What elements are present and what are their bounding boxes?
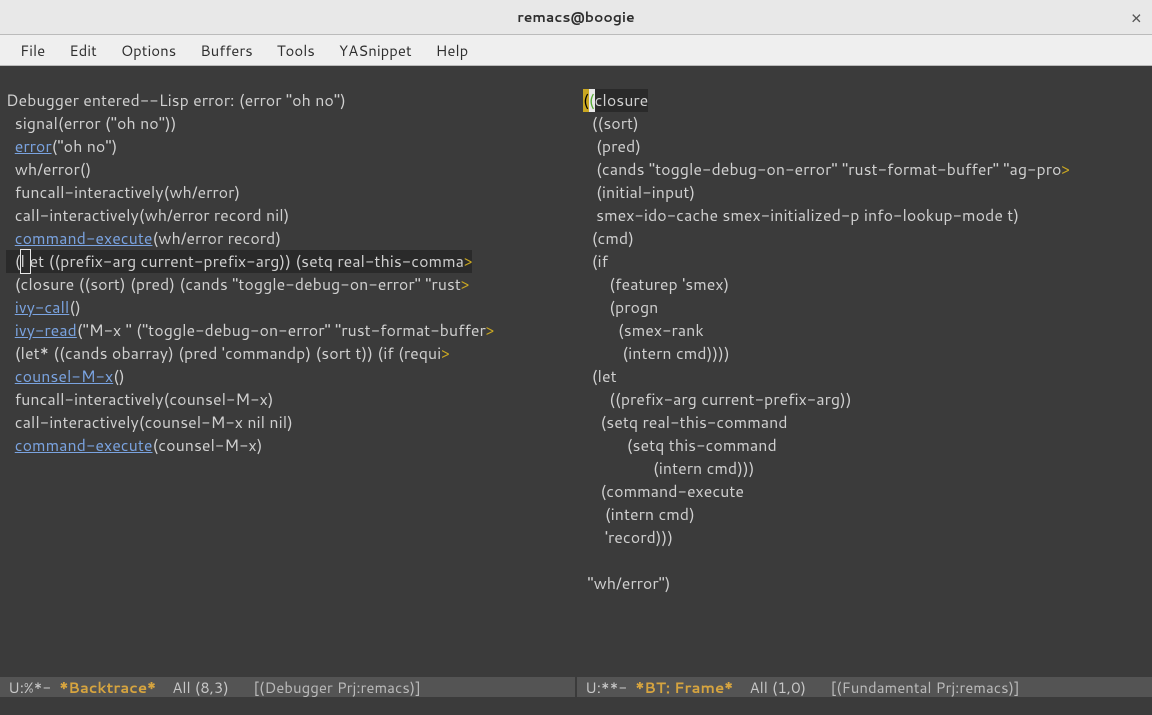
bt-line: error("oh no"): [6, 135, 117, 158]
menu-file[interactable]: File: [8, 36, 57, 65]
bt-line: command-execute(counsel-M-x): [6, 434, 263, 457]
fr-line: ((sort): [583, 112, 639, 135]
ivy-call-link[interactable]: ivy-call: [15, 296, 70, 319]
ml-pos: (1,0): [772, 677, 806, 698]
fr-line: (setq real-this-command: [583, 411, 788, 434]
close-icon[interactable]: ×: [1131, 4, 1142, 30]
modeline-left[interactable]: U:%*- *Backtrace* All (8,3) [(Debugger P…: [0, 677, 575, 697]
ml-buffer: *BT: Frame*: [635, 677, 733, 698]
text-cursor: l: [21, 250, 30, 273]
ml-status: U:%*-: [4, 677, 59, 698]
fr-line: (pred): [583, 135, 641, 158]
overflow-right-icon: >: [464, 250, 472, 273]
bt-line: ivy-call(): [6, 296, 81, 319]
ml-status: U:**-: [581, 677, 635, 698]
bt-current-line: (let ((prefix-arg current-prefix-arg)) (…: [6, 250, 472, 273]
fr-line: (initial-input): [583, 181, 695, 204]
bt-line: ivy-read("M-x " ("toggle-debug-on-error"…: [6, 319, 494, 342]
fr-line: smex-ido-cache smex-initialized-p info-l…: [583, 204, 1019, 227]
bt-line: funcall-interactively(counsel-M-x): [6, 388, 274, 411]
fr-line: (intern cmd): [583, 503, 695, 526]
fr-line: (featurep 'smex): [583, 273, 729, 296]
fr-line: (smex-rank: [583, 319, 704, 342]
menu-options[interactable]: Options: [109, 36, 188, 65]
menu-edit[interactable]: Edit: [57, 36, 109, 65]
bt-line: (let* ((cands obarray) (pred 'commandp) …: [6, 342, 450, 365]
ivy-read-link[interactable]: ivy-read: [15, 319, 77, 342]
fr-line: (intern cmd)))): [583, 342, 730, 365]
fr-line: (intern cmd))): [583, 457, 755, 480]
fr-line: "wh/error"): [583, 572, 671, 595]
fr-line: (command-execute: [583, 480, 744, 503]
right-pane[interactable]: ((closure ((sort) (pred) (cands "toggle-…: [575, 66, 1152, 697]
ml-mode: [(Debugger Prj:remacs)]: [229, 677, 421, 698]
fr-line: (let: [583, 365, 617, 388]
command-execute-link[interactable]: command-execute: [15, 434, 153, 457]
bt-line: signal(error ("oh no")): [6, 112, 177, 135]
fr-line: 'record))): [583, 526, 673, 549]
bt-line: Debugger entered--Lisp error: (error "oh…: [6, 89, 346, 112]
ml-buffer: *Backtrace*: [59, 677, 155, 698]
fr-line: (if: [583, 250, 608, 273]
ml-percent: All: [156, 677, 195, 698]
bt-line: (closure ((sort) (pred) (cands "toggle-d…: [6, 273, 469, 296]
fr-line: (setq this-command: [583, 434, 777, 457]
backtrace-code[interactable]: Debugger entered--Lisp error: (error "oh…: [0, 66, 575, 677]
menu-help[interactable]: Help: [424, 36, 481, 65]
fr-line: (cmd): [583, 227, 634, 250]
menu-buffers[interactable]: Buffers: [188, 36, 264, 65]
frame-code[interactable]: ((closure ((sort) (pred) (cands "toggle-…: [577, 66, 1152, 677]
menubar: File Edit Options Buffers Tools YASnippe…: [0, 35, 1152, 66]
bt-line: wh/error(): [6, 158, 91, 181]
ml-percent: All: [733, 677, 772, 698]
modeline-right[interactable]: U:**- *BT: Frame* All (1,0) [(Fundamenta…: [577, 677, 1152, 697]
minibuffer[interactable]: [0, 697, 1152, 715]
window-title: remacs@boogie: [517, 7, 634, 27]
error-link[interactable]: error: [15, 135, 52, 158]
fr-line: ((prefix-arg current-prefix-arg)): [583, 388, 852, 411]
bt-line: call-interactively(wh/error record nil): [6, 204, 289, 227]
left-pane[interactable]: Debugger entered--Lisp error: (error "oh…: [0, 66, 575, 697]
fr-line: (progn: [583, 296, 658, 319]
bt-line: funcall-interactively(wh/error): [6, 181, 240, 204]
bt-line: counsel-M-x(): [6, 365, 125, 388]
counsel-mx-link[interactable]: counsel-M-x: [15, 365, 113, 388]
overflow-right-icon: >: [1061, 158, 1069, 181]
ml-pos: (8,3): [195, 677, 229, 698]
overflow-right-icon: >: [441, 342, 449, 365]
bt-line: call-interactively(counsel-M-x nil nil): [6, 411, 293, 434]
titlebar: remacs@boogie ×: [0, 0, 1152, 35]
fr-current-line: ((closure: [583, 89, 648, 112]
menu-tools[interactable]: Tools: [265, 36, 327, 65]
overflow-right-icon: >: [486, 319, 494, 342]
command-execute-link[interactable]: command-execute: [15, 227, 153, 250]
bt-line: command-execute(wh/error record): [6, 227, 281, 250]
overflow-right-icon: >: [461, 273, 469, 296]
fr-line: (cands "toggle-debug-on-error" "rust-for…: [583, 158, 1070, 181]
menu-yasnippet[interactable]: YASnippet: [327, 36, 424, 65]
ml-mode: [(Fundamental Prj:remacs)]: [806, 677, 1020, 698]
